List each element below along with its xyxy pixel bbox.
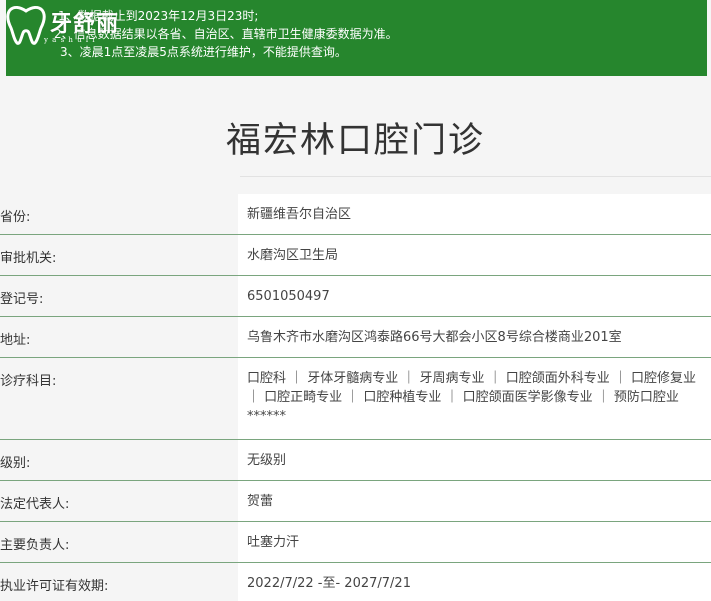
field-value: 贺蕾	[238, 481, 711, 521]
field-value: 无级别	[238, 440, 711, 480]
field-value: 6501050497	[238, 276, 711, 316]
info-row-level: 级别: 无级别	[0, 440, 711, 481]
field-value: 2022/7/22 -至- 2027/7/21	[238, 563, 711, 601]
field-value: 口腔科 ｜ 牙体牙髓病专业 ｜ 牙周病专业 ｜ 口腔颌面外科专业 ｜ 口腔修复业…	[238, 358, 711, 439]
page: 1、数据截止到2023年12月3日23时; 2、信息数据结果以各省、自治区、直辖…	[0, 0, 711, 601]
notice-line: 1、数据截止到2023年12月3日23时;	[58, 9, 259, 23]
field-label: 主要负责人:	[0, 522, 238, 562]
info-row-departments: 诊疗科目: 口腔科 ｜ 牙体牙髓病专业 ｜ 牙周病专业 ｜ 口腔颌面外科专业 ｜…	[0, 358, 711, 440]
info-table: 省份: 新疆维吾尔自治区 审批机关: 水磨沟区卫生局 登记号: 65010504…	[0, 194, 711, 601]
field-label: 地址:	[0, 317, 238, 357]
field-label: 执业许可证有效期:	[0, 563, 238, 601]
info-row-province: 省份: 新疆维吾尔自治区	[0, 194, 711, 235]
info-row-license-validity: 执业许可证有效期: 2022/7/22 -至- 2027/7/21	[0, 563, 711, 601]
field-label: 省份:	[0, 194, 238, 234]
info-row-principal: 主要负责人: 吐塞力汗	[0, 522, 711, 563]
field-value: 水磨沟区卫生局	[238, 235, 711, 275]
title-divider	[240, 176, 711, 177]
field-value: 新疆维吾尔自治区	[238, 194, 711, 234]
info-row-approval-authority: 审批机关: 水磨沟区卫生局	[0, 235, 711, 276]
info-row-address: 地址: 乌鲁木齐市水磨沟区鸿泰路66号大都会小区8号综合楼商业201室	[0, 317, 711, 358]
field-value: 吐塞力汗	[238, 522, 711, 562]
field-label: 级别:	[0, 440, 238, 480]
info-row-registration-number: 登记号: 6501050497	[0, 276, 711, 317]
notice-banner: 1、数据截止到2023年12月3日23时; 2、信息数据结果以各省、自治区、直辖…	[6, 0, 707, 76]
field-label: 登记号:	[0, 276, 238, 316]
field-value: 乌鲁木齐市水磨沟区鸿泰路66号大都会小区8号综合楼商业201室	[238, 317, 711, 357]
field-label: 诊疗科目:	[0, 358, 238, 439]
notice-line: 3、凌晨1点至凌晨5点系统进行维护，不能提供查询。	[60, 45, 347, 59]
notice-line: 2、信息数据结果以各省、自治区、直辖市卫生健康委数据为准。	[54, 27, 398, 41]
info-row-legal-representative: 法定代表人: 贺蕾	[0, 481, 711, 522]
field-label: 审批机关:	[0, 235, 238, 275]
field-label: 法定代表人:	[0, 481, 238, 521]
page-title: 福宏林口腔门诊	[225, 121, 485, 161]
